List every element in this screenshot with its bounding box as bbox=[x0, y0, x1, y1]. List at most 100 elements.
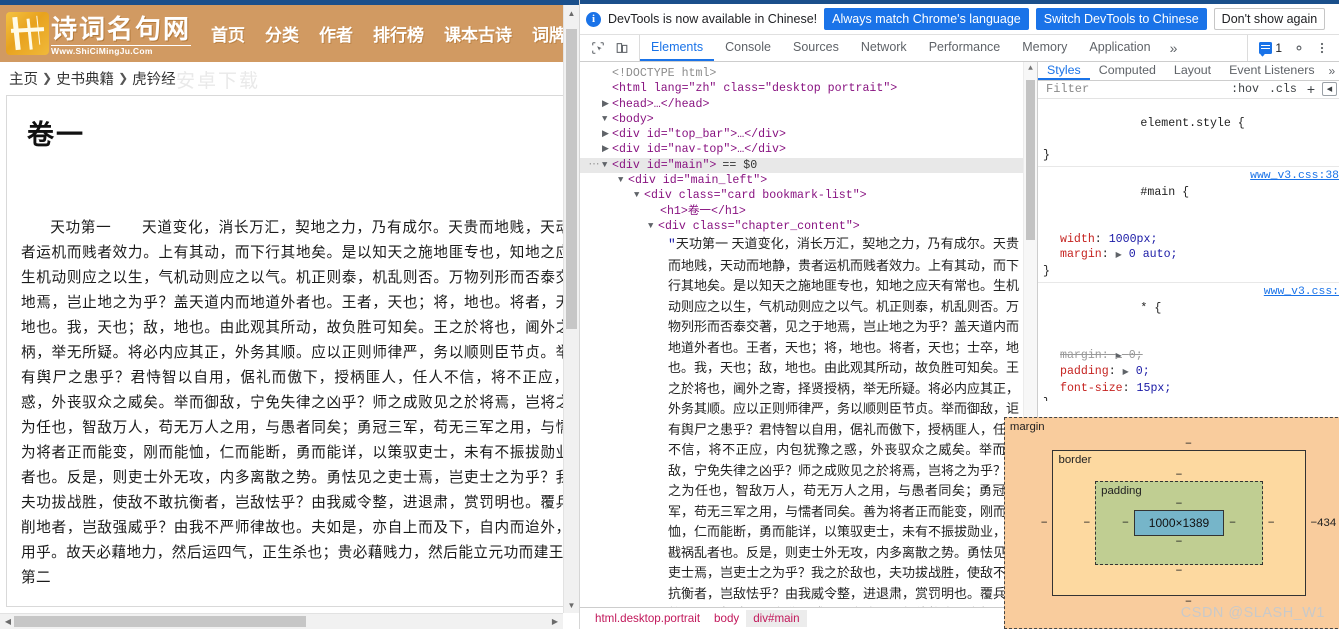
nav-item-textbook-poems[interactable]: 课本古诗 bbox=[434, 21, 522, 46]
hov-toggle-button[interactable]: :hov bbox=[1228, 82, 1262, 97]
node-more-options-icon[interactable]: ⋯ bbox=[586, 158, 602, 173]
css-declaration[interactable]: font-size: 15px; bbox=[1038, 381, 1339, 397]
twisty-open-icon[interactable] bbox=[618, 173, 628, 188]
css-property-name[interactable]: margin bbox=[1060, 349, 1102, 362]
box-model-border-right[interactable]: − bbox=[1268, 517, 1275, 529]
css-property-value[interactable]: 0 auto; bbox=[1129, 248, 1178, 261]
css-declaration-overridden[interactable]: margin: ▶ 0; bbox=[1038, 348, 1339, 365]
rule-selector[interactable]: * { bbox=[1140, 302, 1161, 315]
rule-source-link[interactable]: www_v3.css: bbox=[1264, 285, 1339, 301]
tab-console[interactable]: Console bbox=[714, 35, 782, 61]
css-property-name[interactable]: margin bbox=[1060, 248, 1102, 261]
box-model-margin-right[interactable]: −434 bbox=[1311, 517, 1337, 529]
dom-node-main-left[interactable]: <div id="main_left"> bbox=[580, 173, 1037, 188]
nav-item-author[interactable]: 作者 bbox=[309, 21, 363, 46]
tab-sources[interactable]: Sources bbox=[782, 35, 850, 61]
box-model-content-size[interactable]: 1000×1389 bbox=[1133, 510, 1225, 536]
shorthand-expander-icon[interactable]: ▶ bbox=[1116, 251, 1122, 260]
css-rule-element-style[interactable]: element.style { } bbox=[1038, 99, 1339, 168]
crumb-div-main[interactable]: div#main bbox=[746, 610, 807, 627]
page-vertical-scrollbar[interactable]: ▲ ▼ bbox=[563, 5, 579, 613]
box-model-margin[interactable]: margin − − border − − padding − − 1000×1… bbox=[1003, 417, 1339, 629]
box-model-border-top[interactable]: − bbox=[1083, 469, 1274, 481]
shorthand-expander-icon[interactable]: ▶ bbox=[1123, 368, 1129, 377]
shorthand-expander-icon[interactable]: ▶ bbox=[1116, 352, 1122, 361]
css-rule-universal[interactable]: * { www_v3.css: margin: ▶ 0; padding: ▶ … bbox=[1038, 283, 1339, 401]
dom-tree[interactable]: <!DOCTYPE html> <html lang="zh" class="d… bbox=[580, 62, 1037, 607]
dom-node-doctype[interactable]: <!DOCTYPE html> bbox=[580, 66, 1037, 81]
tab-elements[interactable]: Elements bbox=[640, 35, 715, 61]
css-property-value[interactable]: 1000px; bbox=[1109, 233, 1158, 246]
styles-filter-input[interactable] bbox=[1038, 82, 1225, 97]
dom-node-body[interactable]: <body> bbox=[580, 112, 1037, 127]
switch-devtools-language-button[interactable]: Switch DevTools to Chinese bbox=[1035, 8, 1207, 30]
breadcrumb-item-huqianjing[interactable]: 虎钤经 bbox=[132, 68, 176, 89]
tab-computed[interactable]: Computed bbox=[1090, 62, 1165, 80]
tab-styles[interactable]: Styles bbox=[1038, 62, 1090, 81]
dom-node-head[interactable]: <head>…</head> bbox=[580, 97, 1037, 112]
box-model-padding-top[interactable]: − bbox=[1122, 498, 1236, 510]
css-property-name[interactable]: padding bbox=[1060, 365, 1109, 378]
dom-node-main-selected[interactable]: ⋯ <div id="main"> == $0 bbox=[580, 157, 1037, 174]
gear-icon[interactable] bbox=[1289, 38, 1309, 58]
dom-node-nav-top[interactable]: <div id="nav-top">…</div> bbox=[580, 142, 1037, 157]
css-rule-main[interactable]: #main { www_v3.css:38 width: 1000px; mar… bbox=[1038, 167, 1339, 284]
page-vscroll-thumb[interactable] bbox=[566, 29, 577, 329]
css-declaration[interactable]: width: 1000px; bbox=[1038, 232, 1339, 248]
tab-application[interactable]: Application bbox=[1078, 35, 1161, 61]
twisty-closed-icon[interactable] bbox=[602, 127, 612, 142]
tab-network[interactable]: Network bbox=[850, 35, 918, 61]
nav-item-category[interactable]: 分类 bbox=[255, 21, 309, 46]
css-declaration[interactable]: padding: ▶ 0; bbox=[1038, 364, 1339, 381]
crumb-body[interactable]: body bbox=[707, 610, 746, 627]
tree-scroll-thumb[interactable] bbox=[1026, 80, 1035, 240]
rule-source-link[interactable]: www_v3.css:38 bbox=[1250, 169, 1339, 185]
box-model-margin-top[interactable]: − bbox=[1041, 438, 1336, 450]
site-logo[interactable]: 诗词名句网 Www.ShiCiMingJu.Com bbox=[6, 12, 192, 55]
box-model-border[interactable]: border − − padding − − 1000×1389 − − − − bbox=[1052, 450, 1306, 596]
scroll-down-arrow-icon[interactable]: ▼ bbox=[564, 597, 579, 613]
twisty-closed-icon[interactable] bbox=[602, 142, 612, 157]
dont-show-again-button[interactable]: Don't show again bbox=[1213, 8, 1326, 30]
box-model-margin-bottom[interactable]: − bbox=[1041, 596, 1336, 608]
cls-toggle-button[interactable]: .cls bbox=[1266, 82, 1300, 97]
css-property-name[interactable]: font-size bbox=[1060, 382, 1123, 395]
scroll-right-arrow-icon[interactable]: ▶ bbox=[547, 614, 563, 629]
box-model-padding-left[interactable]: − bbox=[1122, 517, 1129, 529]
tab-layout[interactable]: Layout bbox=[1165, 62, 1220, 80]
inspect-element-icon[interactable] bbox=[588, 38, 608, 58]
crumb-html[interactable]: html.desktop.portrait bbox=[588, 610, 707, 627]
css-property-value[interactable]: 15px; bbox=[1137, 382, 1172, 395]
issues-button[interactable]: 1 bbox=[1255, 40, 1286, 56]
css-property-value[interactable]: 0; bbox=[1129, 349, 1143, 362]
box-model-border-left[interactable]: − bbox=[1083, 517, 1090, 529]
kebab-menu-icon[interactable] bbox=[1312, 38, 1332, 58]
tab-event-listeners[interactable]: Event Listeners bbox=[1220, 62, 1323, 80]
breadcrumb-item-history-books[interactable]: 史书典籍 bbox=[56, 68, 114, 89]
rule-selector[interactable]: element.style { bbox=[1140, 117, 1244, 130]
twisty-open-icon[interactable] bbox=[634, 188, 644, 203]
panel-toggle-icon[interactable]: ◀ bbox=[1322, 82, 1337, 97]
twisty-open-icon[interactable] bbox=[602, 158, 612, 173]
more-tabs-chevron-icon[interactable]: » bbox=[1162, 35, 1186, 61]
dom-node-top-bar[interactable]: <div id="top_bar">…</div> bbox=[580, 127, 1037, 142]
dom-text-node-chapter[interactable]: "天功第一 天道变化，消长万汇，契地之力，乃有成尔。天贵而地贱，天动而地静，贵者… bbox=[580, 234, 1037, 607]
box-model-padding[interactable]: padding − − 1000×1389 − − bbox=[1095, 481, 1263, 565]
rule-selector[interactable]: #main { bbox=[1140, 186, 1189, 199]
css-declaration[interactable]: margin: ▶ 0 auto; bbox=[1038, 247, 1339, 264]
box-model-padding-right[interactable]: − bbox=[1229, 517, 1236, 529]
nav-item-home[interactable]: 首页 bbox=[201, 21, 255, 46]
breadcrumb-item-home[interactable]: 主页 bbox=[9, 68, 38, 89]
tree-scroll-up-icon[interactable]: ▲ bbox=[1024, 62, 1037, 76]
twisty-closed-icon[interactable] bbox=[602, 97, 612, 112]
new-style-rule-button[interactable]: + bbox=[1304, 81, 1318, 97]
scroll-up-arrow-icon[interactable]: ▲ bbox=[564, 5, 579, 21]
box-model-border-bottom[interactable]: − bbox=[1083, 565, 1274, 577]
dom-node-card[interactable]: <div class="card bookmark-list"> bbox=[580, 188, 1037, 203]
box-model-margin-left[interactable]: − bbox=[1041, 517, 1048, 529]
box-model-padding-bottom[interactable]: − bbox=[1122, 536, 1236, 548]
device-toolbar-icon[interactable] bbox=[612, 38, 632, 58]
always-match-language-button[interactable]: Always match Chrome's language bbox=[824, 8, 1029, 30]
twisty-open-icon[interactable] bbox=[602, 112, 612, 127]
page-horizontal-scrollbar[interactable]: ◀ ▶ bbox=[0, 613, 563, 629]
